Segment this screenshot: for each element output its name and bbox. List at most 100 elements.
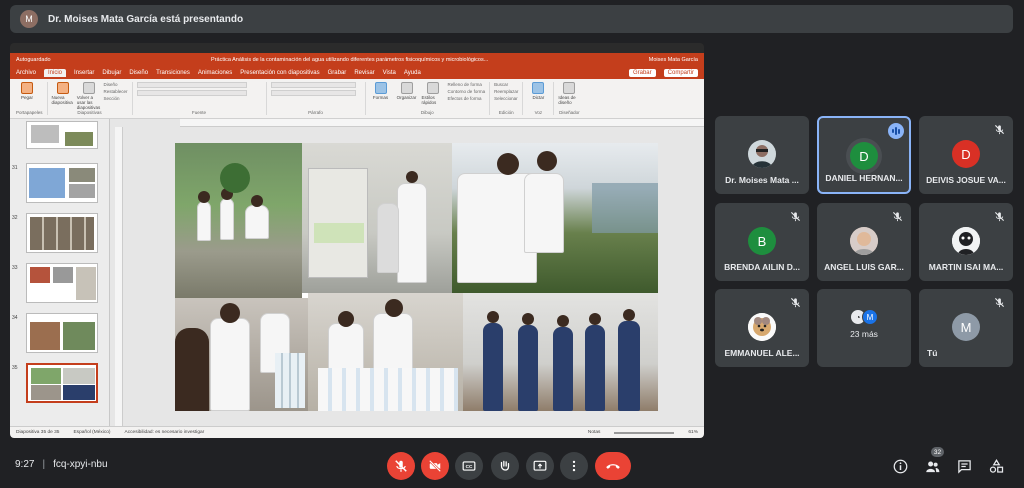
participant-tile[interactable]: Dr. Moises Mata ... [715, 116, 809, 194]
participant-avatar [748, 313, 776, 341]
slide-thumbnail[interactable] [26, 313, 98, 353]
present-now-button[interactable] [526, 452, 554, 480]
paste-button[interactable]: Pegar [16, 82, 38, 100]
slide-thumbnail-selected[interactable] [26, 363, 98, 403]
present-screen-icon [533, 460, 547, 471]
camera-toggle-button[interactable] [421, 452, 449, 480]
mic-off-icon [790, 211, 801, 222]
arrange-button[interactable]: Organizar [396, 82, 418, 100]
tab-insertar[interactable]: Insertar [74, 70, 94, 76]
notes-button[interactable]: Notas [588, 430, 601, 435]
new-slide-label: Nueva diapositiva [51, 95, 73, 105]
tab-animaciones[interactable]: Animaciones [198, 70, 232, 76]
ppt-window-title: Práctica Análisis de la contaminación de… [211, 57, 489, 63]
slide-thumbnails-pane[interactable]: 31 32 33 34 35 [10, 119, 110, 426]
tab-archivo[interactable]: Archivo [16, 70, 36, 76]
shape-outline-button[interactable]: Contorno de forma [448, 89, 486, 94]
reuse-slides-icon [82, 82, 95, 94]
participant-avatar: D [850, 142, 878, 170]
more-options-button[interactable] [560, 452, 588, 480]
slide-number: 35 [12, 365, 18, 371]
reset-button[interactable]: Restablecer [104, 89, 128, 94]
raise-hand-button[interactable] [491, 452, 519, 480]
ribbon-group-paragraph: Párrafo [270, 82, 366, 115]
chat-button[interactable] [955, 457, 973, 475]
language-indicator[interactable]: Español (México) [73, 430, 110, 435]
ppt-ribbon: Pegar Portapapeles Nueva diapositiva Vol… [10, 79, 704, 119]
section-button[interactable]: Sección [104, 96, 128, 101]
more-participants-tile[interactable]: ◔ M 23 más [817, 289, 911, 367]
design-ideas-button[interactable]: Ideas de diseño [558, 82, 580, 105]
participant-tile[interactable]: ANGEL LUIS GAR... [817, 203, 911, 281]
group-label-designer: Diseñador [559, 110, 580, 115]
participant-tile[interactable]: MARTIN ISAI MA... [919, 203, 1013, 281]
tab-ayuda[interactable]: Ayuda [404, 70, 421, 76]
share-button[interactable]: Compartir [663, 69, 698, 77]
zoom-slider[interactable] [614, 431, 675, 434]
svg-text:CC: CC [466, 464, 473, 469]
new-slide-button[interactable]: Nueva diapositiva [52, 82, 74, 105]
dictate-button[interactable]: Dictar [527, 82, 549, 100]
self-tile[interactable]: M Tú [919, 289, 1013, 367]
replace-button[interactable]: Reemplazar [494, 89, 518, 94]
photo-lab-equipment [302, 143, 452, 293]
slide-thumbnail[interactable] [26, 121, 98, 149]
activities-icon [989, 458, 1003, 473]
record-button[interactable]: Grabar [628, 69, 656, 77]
paragraph-align-row[interactable] [270, 90, 356, 96]
zoom-level[interactable]: 61% [688, 430, 698, 435]
paste-label: Pegar [20, 95, 33, 100]
meeting-code[interactable]: fcq-xpyi-nbu [53, 459, 107, 470]
ribbon-group-editing: Buscar Reemplazar Seleccionar Edición [494, 82, 524, 115]
shape-format-options: Relleno de forma Contorno de forma Efect… [448, 82, 486, 101]
ppt-user-name[interactable]: Moises Mata García [649, 57, 698, 63]
ribbon-group-slides: Nueva diapositiva Volver a usar las diap… [52, 82, 133, 115]
shapes-button[interactable]: Formas [370, 82, 392, 100]
person-photo-icon [748, 140, 776, 168]
slide-counter: Diapositiva 35 de 35 [16, 430, 60, 435]
font-name-box[interactable] [136, 82, 247, 88]
tab-transiciones[interactable]: Transiciones [156, 70, 190, 76]
participant-tile[interactable]: B BRENDA AILIN D... [715, 203, 809, 281]
autosave-label[interactable]: Autoguardado [16, 57, 51, 63]
select-button[interactable]: Seleccionar [494, 96, 518, 101]
people-count-badge: 32 [931, 447, 944, 457]
participant-tile[interactable]: EMMANUEL ALE... [715, 289, 809, 367]
tab-dibujar[interactable]: Dibujar [102, 70, 121, 76]
leave-call-button[interactable] [595, 452, 631, 480]
activities-button[interactable] [987, 457, 1005, 475]
photo-lab-samples [175, 298, 308, 411]
slide-thumbnail[interactable] [26, 263, 98, 303]
participant-tile[interactable]: D DEIVIS JOSUE VA... [919, 116, 1013, 194]
meeting-details-button[interactable] [891, 457, 909, 475]
tab-inicio[interactable]: Inicio [44, 69, 67, 77]
mic-off-icon [790, 297, 801, 308]
tab-vista[interactable]: Vista [383, 70, 396, 76]
tab-revisar[interactable]: Revisar [354, 70, 374, 76]
quick-styles-button[interactable]: Estilos rápidos [422, 82, 444, 105]
participant-name: MARTIN ISAI MA... [928, 262, 1004, 272]
slide-number: 32 [12, 215, 18, 221]
group-label-editing: Edición [498, 110, 514, 115]
microphone-icon [532, 82, 545, 94]
slide-thumbnail[interactable] [26, 213, 98, 253]
find-button[interactable]: Buscar [494, 82, 518, 87]
captions-button[interactable]: CC [455, 452, 483, 480]
font-format-row[interactable] [136, 90, 247, 96]
tab-presentacion[interactable]: Presentación con diapositivas [240, 70, 319, 76]
layout-button[interactable]: Diseño [104, 82, 128, 87]
people-button[interactable] [923, 457, 941, 475]
mic-off-icon [994, 211, 1005, 222]
shape-fill-button[interactable]: Relleno de forma [448, 82, 486, 87]
tab-diseno[interactable]: Diseño [129, 70, 148, 76]
slide-canvas[interactable] [175, 143, 658, 411]
tab-grabar[interactable]: Grabar [328, 70, 347, 76]
accessibility-indicator[interactable]: Accesibilidad: es necesario investigar [125, 430, 205, 435]
reuse-slides-button[interactable]: Volver a usar las diapositivas [77, 82, 100, 110]
ppt-title-bar: Autoguardado Práctica Análisis de la con… [10, 53, 704, 67]
shape-effects-button[interactable]: Efectos de forma [448, 96, 486, 101]
slide-thumbnail[interactable] [26, 163, 98, 203]
participant-tile-speaking[interactable]: D DANIEL HERNAN... [817, 116, 911, 194]
mic-toggle-button[interactable] [387, 452, 415, 480]
paragraph-list-row[interactable] [270, 82, 356, 88]
